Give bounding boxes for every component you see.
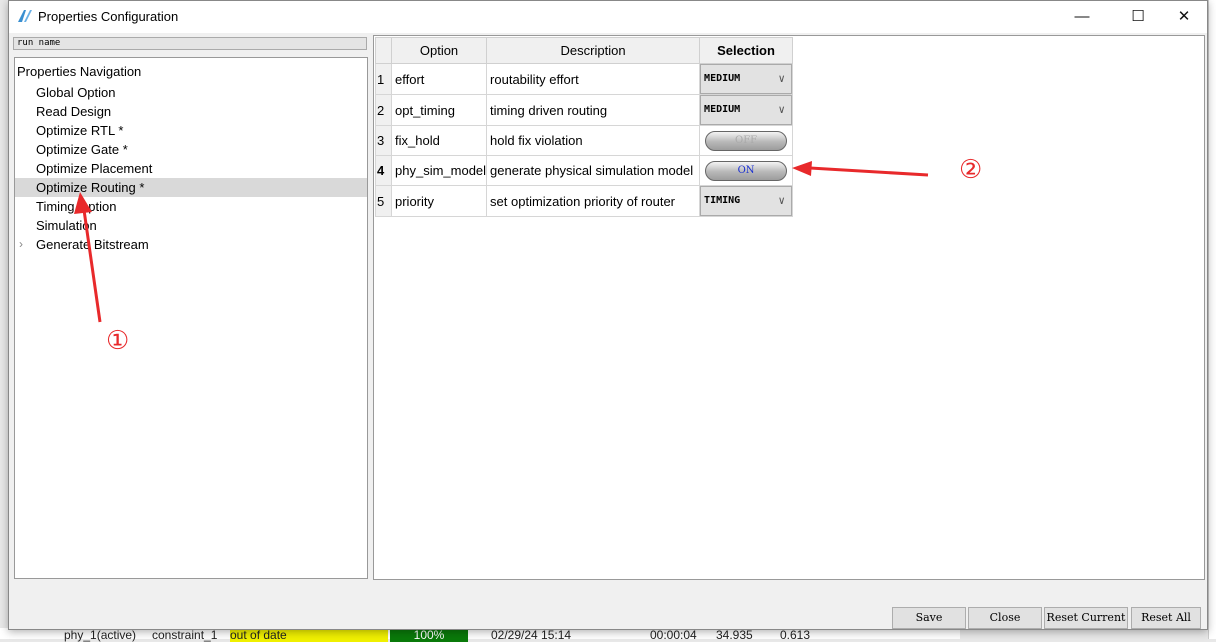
annotation-marker-1: ①: [106, 325, 130, 355]
annotation-arrow-2: [792, 161, 929, 177]
annotation-arrows: [74, 161, 929, 323]
annotation-marker-2: ②: [959, 154, 983, 184]
annotation-arrow-1: [74, 192, 102, 323]
